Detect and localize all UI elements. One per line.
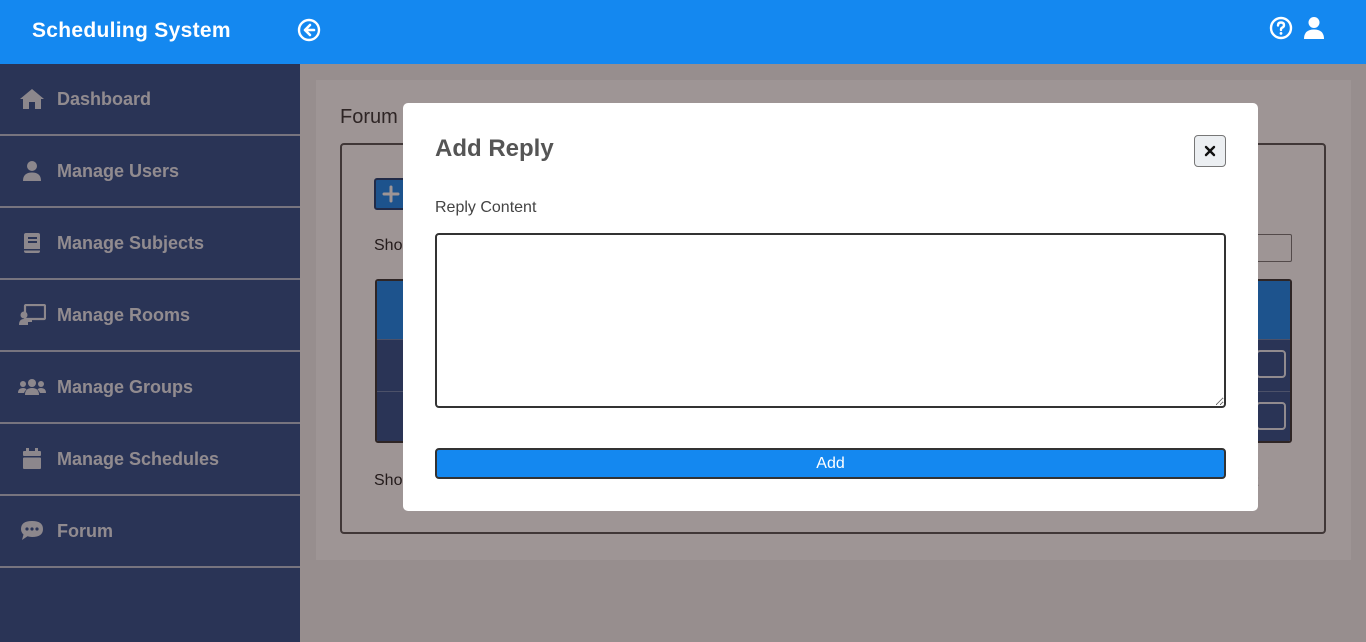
top-navbar: Scheduling System [0,0,1366,64]
question-circle-icon[interactable] [1269,16,1293,40]
reply-content-label: Reply Content [435,199,537,216]
app-brand[interactable]: Scheduling System [32,19,231,43]
arrow-circle-left-icon[interactable] [297,18,321,42]
reply-content-textarea[interactable] [435,233,1226,408]
user-icon[interactable] [1303,16,1325,40]
close-button[interactable] [1194,135,1226,167]
add-button[interactable]: Add [435,448,1226,479]
add-reply-modal: Add Reply Reply Content Add [403,103,1258,511]
close-icon [1204,145,1216,157]
modal-title: Add Reply [435,135,554,162]
